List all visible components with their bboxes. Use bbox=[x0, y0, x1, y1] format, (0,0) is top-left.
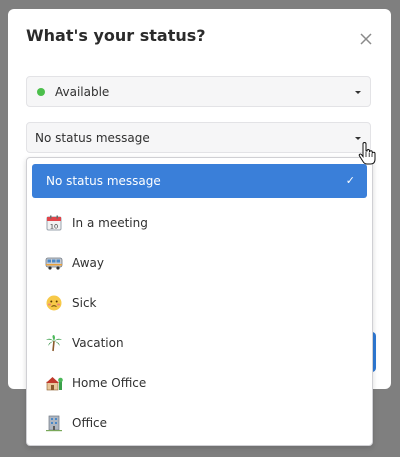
option-label: Sick bbox=[72, 296, 97, 310]
dropdown-option-vacation[interactable]: Vacation bbox=[32, 326, 367, 360]
dropdown-option-sick[interactable]: Sick bbox=[32, 286, 367, 320]
available-indicator-icon bbox=[37, 88, 45, 96]
status-message-dropdown: No status message ✓ 10 In a meeting Away bbox=[26, 157, 373, 446]
hand-pointer-cursor-icon bbox=[358, 142, 376, 165]
option-label: Vacation bbox=[72, 336, 124, 350]
dropdown-option-in-a-meeting[interactable]: 10 In a meeting bbox=[32, 206, 367, 240]
option-label: Home Office bbox=[72, 376, 147, 390]
dropdown-option-home-office[interactable]: Home Office bbox=[32, 366, 367, 400]
house-icon bbox=[46, 377, 63, 391]
check-icon: ✓ bbox=[345, 174, 355, 187]
dropdown-option-office[interactable]: Office bbox=[32, 406, 367, 440]
caret-down-icon bbox=[355, 91, 361, 94]
dropdown-option-away[interactable]: Away bbox=[32, 246, 367, 280]
status-message-select-value: No status message bbox=[35, 131, 150, 145]
status-select[interactable]: Available bbox=[26, 76, 371, 107]
calendar-icon: 10 bbox=[46, 215, 62, 231]
sick-face-icon bbox=[46, 295, 62, 311]
svg-text:10: 10 bbox=[50, 223, 58, 231]
dropdown-option-no-status-message[interactable]: No status message ✓ bbox=[32, 164, 367, 198]
caret-down-icon bbox=[355, 137, 361, 140]
status-message-select[interactable]: No status message bbox=[26, 122, 371, 153]
palm-tree-icon bbox=[46, 335, 62, 352]
close-icon[interactable] bbox=[359, 32, 373, 46]
status-select-value: Available bbox=[55, 85, 110, 99]
option-label: Office bbox=[72, 416, 108, 430]
bus-icon bbox=[45, 257, 63, 270]
dialog-title: What's your status? bbox=[26, 26, 206, 45]
office-building-icon bbox=[46, 415, 62, 432]
close-button[interactable] bbox=[357, 30, 375, 48]
option-label: No status message bbox=[46, 174, 161, 188]
option-label: In a meeting bbox=[72, 216, 148, 230]
option-label: Away bbox=[72, 256, 104, 270]
